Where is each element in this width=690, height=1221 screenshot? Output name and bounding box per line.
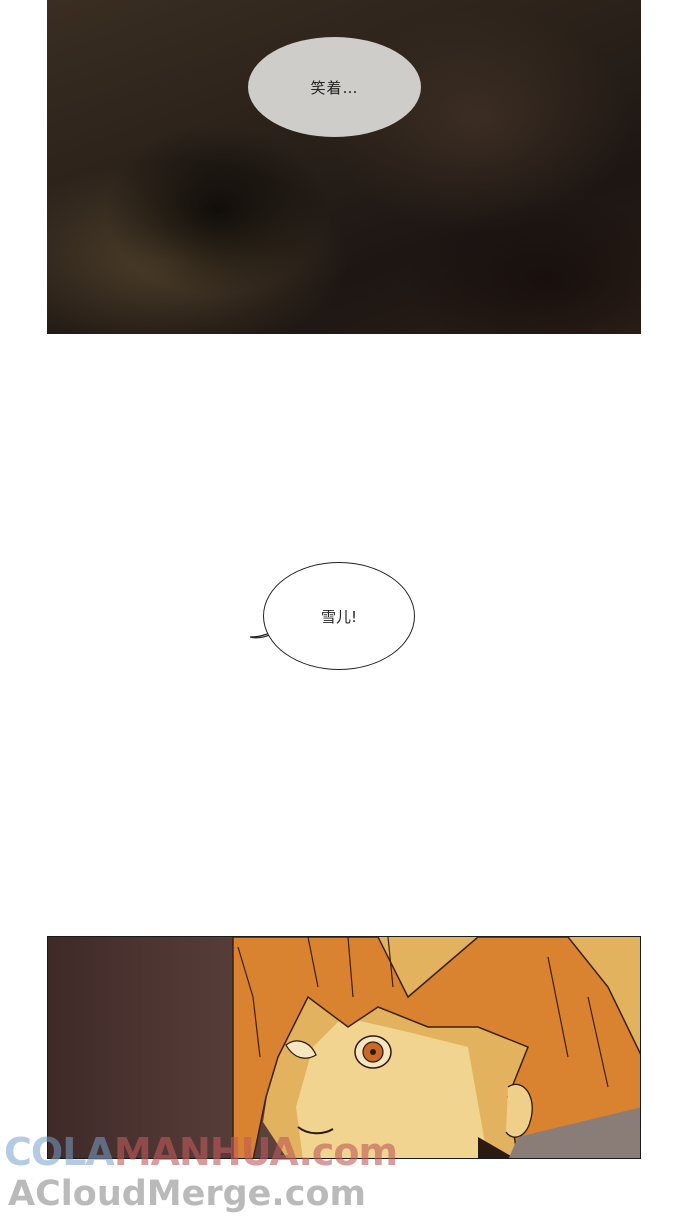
watermark-colamanhua: COLAMANHUA.com [4, 1130, 398, 1174]
speech-bubble-top: 笑着… [248, 37, 421, 137]
comic-panel-dark-background: 笑着… [47, 0, 641, 334]
speech-bubble-middle-text: 雪儿! [320, 607, 357, 626]
comic-panel-character-face [47, 936, 641, 1159]
speech-bubble-top-text: 笑着… [310, 78, 359, 97]
speech-bubble-middle: 雪儿! [263, 562, 415, 670]
character-illustration [232, 937, 640, 1158]
watermark-acloudmerge: ACloudMerge.com [8, 1174, 366, 1214]
